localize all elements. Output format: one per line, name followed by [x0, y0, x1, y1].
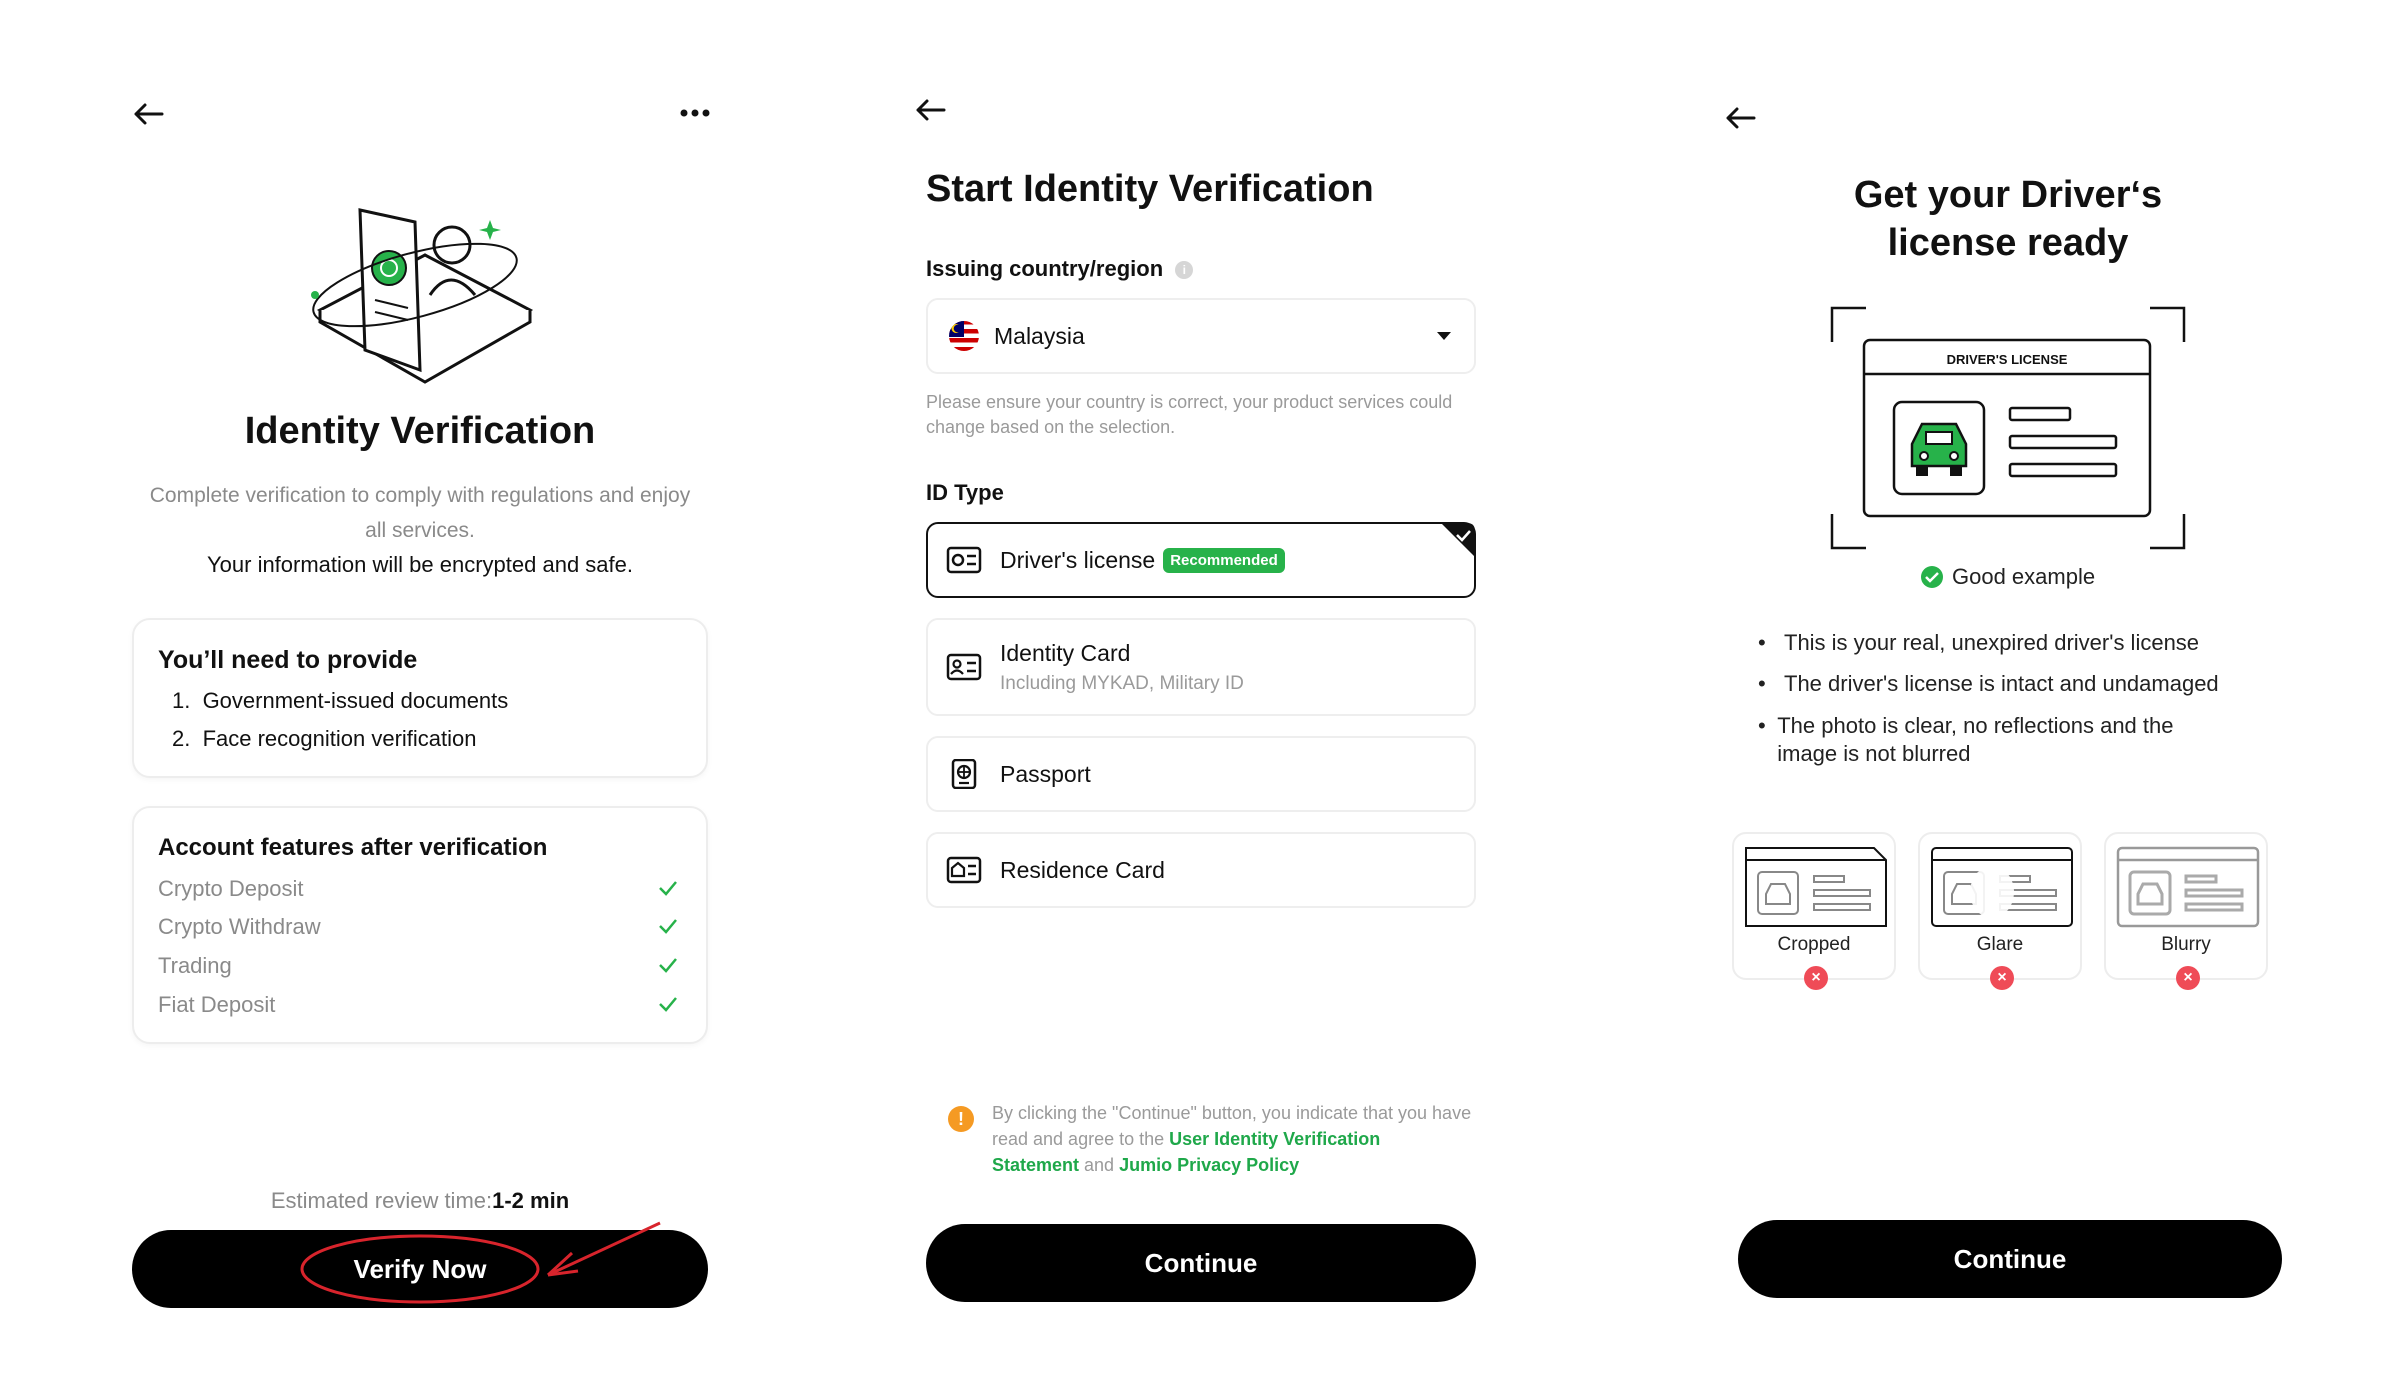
error-x-icon: ×	[2176, 966, 2200, 990]
country-label-text: Issuing country/region	[926, 256, 1164, 281]
bullet-icon: •	[1758, 630, 1766, 655]
good-example-row: Good example	[1920, 564, 2095, 590]
info-icon[interactable]: i	[1175, 261, 1194, 280]
back-arrow-icon[interactable]	[914, 98, 946, 122]
malaysia-flag-icon	[949, 321, 979, 351]
good-example-label: Good example	[1952, 564, 2096, 589]
features-title: Account features after verification	[158, 834, 548, 861]
requirement-item: 2. Face recognition verification	[172, 726, 477, 751]
id-option-sublabel: Including MYKAD, Military ID	[1000, 672, 1244, 694]
country-value: Malaysia	[994, 322, 1085, 349]
requirements-card: You’ll need to provide 1. Government-iss…	[132, 618, 708, 778]
country-label: Issuing country/region i	[926, 256, 1194, 282]
id-option-residence-card[interactable]: Residence Card	[926, 832, 1476, 908]
bad-example-label: Glare	[1976, 934, 2024, 955]
back-arrow-icon[interactable]	[132, 102, 164, 126]
check-icon	[659, 997, 677, 1012]
license-header-text: DRIVER'S LICENSE	[1946, 352, 2068, 367]
passport-icon	[951, 759, 977, 789]
page-description: Complete verification to comply with reg…	[149, 484, 691, 542]
bullet-text: The driver's license is intact and undam…	[1784, 671, 2219, 696]
country-select[interactable]: Malaysia	[926, 298, 1476, 374]
id-option-passport[interactable]: Passport	[926, 736, 1476, 812]
id-type-label: ID Type	[926, 480, 1004, 505]
id-verification-illustration	[311, 208, 534, 384]
requirement-bullet: • This is your real, unexpired driver's l…	[1758, 630, 2298, 656]
id-option-label: Passport	[1000, 760, 1091, 787]
glare-license-icon	[1931, 847, 2073, 927]
review-time-value: 1-2 min	[492, 1188, 570, 1213]
id-option-label: Residence Card	[1000, 856, 1165, 883]
review-time: Estimated review time:1-2 min	[0, 1188, 840, 1214]
feature-item: Trading	[158, 953, 232, 978]
warning-icon: !	[948, 1106, 974, 1132]
consent-text: By clicking the "Continue" button, you i…	[992, 1100, 1472, 1178]
annotation-highlight	[300, 1221, 661, 1304]
id-option-label: Identity Card	[1000, 639, 1131, 666]
continue-button[interactable]: Continue	[926, 1224, 1476, 1302]
page-title: Identity Verification	[244, 410, 596, 452]
more-options-icon[interactable]	[680, 108, 710, 118]
page-title: Start Identity Verification	[926, 168, 1374, 210]
consent-and: and	[1079, 1155, 1120, 1175]
id-option-text: Identity Card Including MYKAD, Military …	[1000, 640, 1244, 695]
error-x-icon: ×	[1804, 966, 1828, 990]
dropdown-caret-icon	[1437, 332, 1451, 340]
country-hint: Please ensure your country is correct, y…	[926, 392, 1453, 437]
feature-item: Crypto Withdraw	[158, 914, 321, 939]
requirement-bullet: • The photo is clear, no reflections and …	[1758, 712, 2218, 768]
back-arrow-icon[interactable]	[1724, 106, 1756, 130]
blurry-license-icon	[2116, 846, 2260, 928]
identity-verification-screen: Identity Verification Complete verificat…	[0, 0, 800, 1400]
jumio-privacy-policy-link[interactable]: Jumio Privacy Policy	[1119, 1155, 1299, 1175]
page-title-line2: license ready	[1887, 222, 2129, 264]
id-option-identity-card[interactable]: Identity Card Including MYKAD, Military …	[926, 618, 1476, 716]
bad-example-label: Blurry	[2161, 934, 2211, 955]
page-title-line1: Get your Driver‘s	[1853, 174, 2163, 216]
bad-example-label: Cropped	[1777, 934, 1851, 955]
feature-item: Fiat Deposit	[158, 992, 276, 1017]
id-option-label: Driver's license	[1000, 546, 1156, 573]
bullet-text: The photo is clear, no reflections and t…	[1777, 713, 2174, 766]
good-example-license-illustration	[1830, 306, 2186, 550]
features-card: Account features after verification Cryp…	[132, 806, 708, 1044]
drivers-license-icon	[946, 546, 982, 574]
continue-button[interactable]: Continue	[1738, 1220, 2282, 1298]
requirement-item: 1. Government-issued documents	[172, 688, 509, 713]
check-circle-icon	[1921, 566, 1943, 588]
identity-card-icon	[946, 653, 982, 681]
cropped-license-icon	[1745, 847, 1887, 927]
check-icon	[659, 919, 677, 934]
bad-example-cropped: Cropped ×	[1732, 832, 1896, 990]
recommended-badge: Recommended	[1163, 547, 1285, 573]
security-note: Your information will be encrypted and s…	[207, 552, 633, 577]
check-icon	[659, 881, 677, 896]
requirement-bullet: • The driver's license is intact and unda…	[1758, 671, 2298, 697]
review-time-label: Estimated review time:	[270, 1188, 493, 1213]
requirements-title: You’ll need to provide	[158, 646, 418, 674]
bullet-icon: •	[1758, 671, 1766, 696]
id-option-drivers-license[interactable]: Driver's license Recommended	[926, 522, 1476, 598]
feature-item: Crypto Deposit	[158, 876, 304, 901]
bullet-text: This is your real, unexpired driver's li…	[1784, 630, 2200, 655]
bad-example-glare: Glare ×	[1918, 832, 2082, 990]
bullet-icon: •	[1758, 713, 1766, 738]
selected-corner-check-icon	[1441, 523, 1475, 557]
residence-card-icon	[946, 856, 982, 884]
bad-example-blurry: Blurry ×	[2104, 832, 2268, 990]
error-x-icon: ×	[1990, 966, 2014, 990]
check-icon	[659, 958, 677, 973]
